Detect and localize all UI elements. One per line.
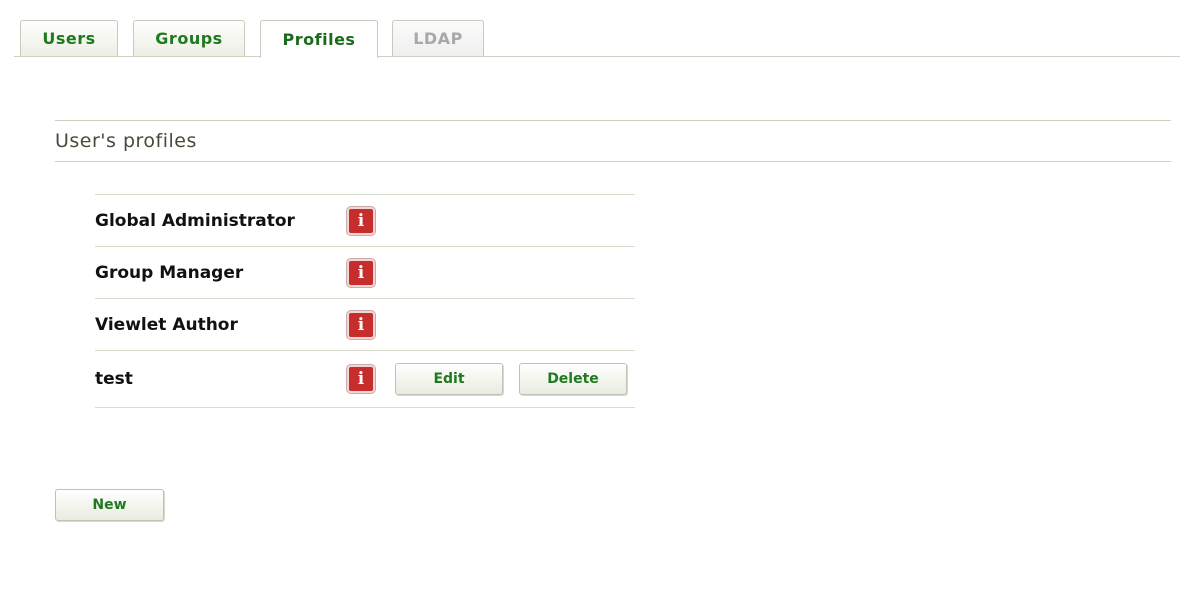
- profiles-page: Users Groups Profiles LDAP User's profil…: [0, 0, 1189, 600]
- delete-button[interactable]: Delete: [519, 363, 627, 395]
- tab-users[interactable]: Users: [20, 20, 118, 56]
- profile-name: test: [95, 369, 133, 389]
- section-bottom-divider: [55, 161, 1171, 162]
- tab-groups[interactable]: Groups: [133, 20, 245, 56]
- info-icon[interactable]: i: [347, 365, 375, 393]
- edit-button[interactable]: Edit: [395, 363, 503, 395]
- profile-name: Global Administrator: [95, 210, 295, 231]
- info-icon[interactable]: i: [347, 206, 375, 235]
- tab-bar-baseline: [14, 56, 1180, 57]
- list-item: Group Manager i: [95, 247, 635, 299]
- profile-name: Viewlet Author: [95, 314, 238, 335]
- list-item: test i Edit Delete: [95, 351, 635, 408]
- info-icon[interactable]: i: [347, 258, 375, 287]
- tab-ldap: LDAP: [392, 20, 484, 56]
- section-top-divider: [55, 120, 1171, 121]
- section-title: User's profiles: [55, 130, 197, 152]
- profile-name: Group Manager: [95, 262, 244, 283]
- list-item: Viewlet Author i: [95, 299, 635, 351]
- new-profile-button[interactable]: New: [55, 489, 164, 521]
- profile-list: Global Administrator i Group Manager i V…: [95, 194, 635, 408]
- list-item: Global Administrator i: [95, 195, 635, 247]
- info-icon[interactable]: i: [347, 310, 375, 339]
- tab-profiles[interactable]: Profiles: [260, 20, 378, 58]
